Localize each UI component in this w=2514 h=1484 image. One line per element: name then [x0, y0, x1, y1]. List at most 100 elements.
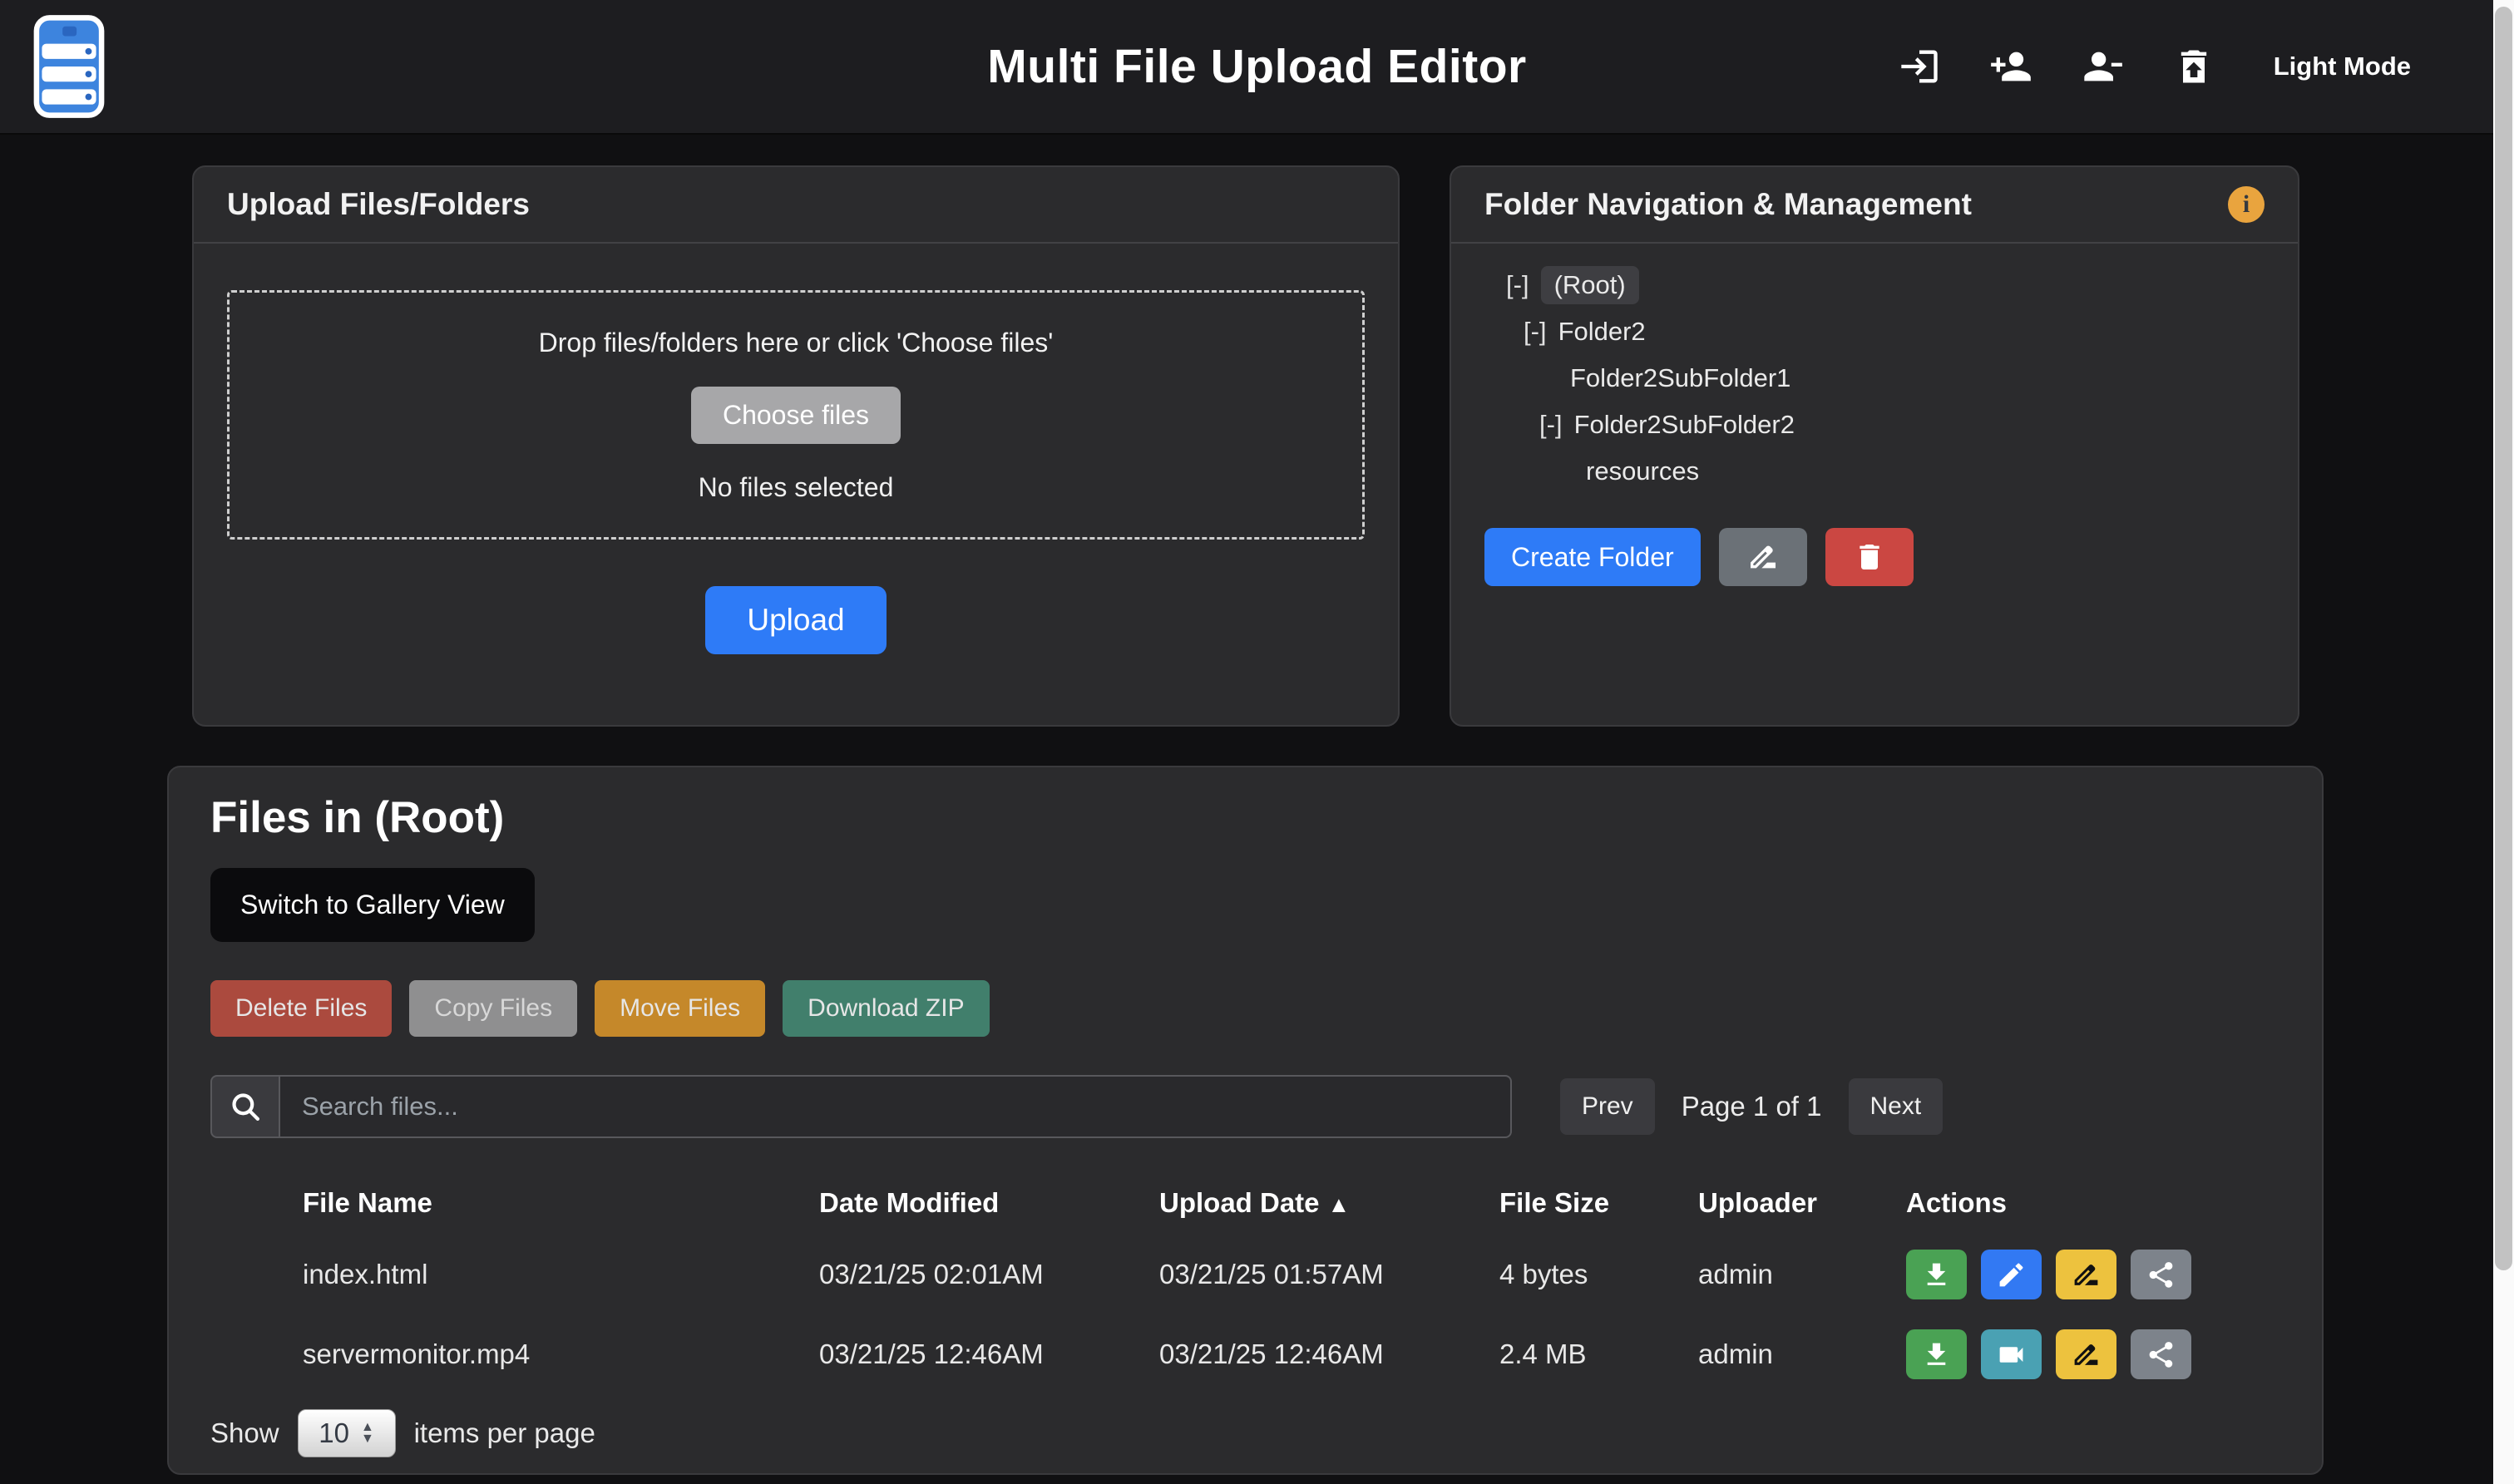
- page-indicator: Page 1 of 1: [1682, 1091, 1822, 1122]
- share-icon: [2146, 1339, 2176, 1370]
- tree-node-label[interactable]: resources: [1586, 456, 1699, 486]
- upload-panel-header: Upload Files/Folders: [194, 167, 1398, 244]
- rename-file-button[interactable]: [2056, 1329, 2116, 1379]
- show-label: Show: [210, 1417, 279, 1449]
- light-mode-toggle-button[interactable]: Light Mode: [2269, 51, 2416, 82]
- files-panel-title: Files in (Root): [210, 792, 2322, 843]
- remove-user-icon[interactable]: [2081, 45, 2124, 88]
- search-input[interactable]: [280, 1075, 1512, 1138]
- bulk-actions-toolbar: Delete Files Copy Files Move Files Downl…: [210, 980, 2322, 1037]
- download-file-button[interactable]: [1906, 1250, 1967, 1299]
- column-header-date-modified[interactable]: Date Modified: [819, 1187, 1159, 1219]
- per-page-select[interactable]: 10 ▲▼: [298, 1409, 396, 1457]
- file-size-cell: 4 bytes: [1499, 1259, 1698, 1290]
- copy-files-button[interactable]: Copy Files: [409, 980, 577, 1037]
- tree-node-label[interactable]: Folder2SubFolder2: [1574, 410, 1795, 440]
- switch-gallery-view-button[interactable]: Switch to Gallery View: [210, 868, 535, 942]
- tree-toggle-icon[interactable]: [-]: [1524, 317, 1547, 347]
- spinner-arrows-icon[interactable]: ▲▼: [361, 1422, 374, 1445]
- tree-node-label-selected[interactable]: (Root): [1541, 266, 1639, 304]
- pencil-underline-icon: [1746, 540, 1780, 574]
- uploader-cell: admin: [1698, 1259, 1906, 1290]
- date-modified-cell: 03/21/25 02:01AM: [819, 1259, 1159, 1290]
- row-actions: [1906, 1329, 2284, 1379]
- pagination: Prev Page 1 of 1 Next: [1560, 1078, 1943, 1135]
- tree-node-folder2[interactable]: [-] Folder2: [1524, 308, 2265, 355]
- table-row-index-html[interactable]: index.html 03/21/25 02:01AM 03/21/25 01:…: [210, 1235, 2284, 1314]
- sort-ascending-icon: ▲: [1328, 1192, 1351, 1217]
- logout-icon[interactable]: [1898, 45, 1941, 88]
- row-actions: [1906, 1250, 2284, 1299]
- items-per-page-control: Show 10 ▲▼ items per page: [210, 1409, 2322, 1457]
- upload-panel-body: Drop files/folders here or click 'Choose…: [194, 244, 1398, 654]
- tree-node-resources[interactable]: resources: [1586, 448, 2265, 495]
- upload-date-cell: 03/21/25 01:57AM: [1159, 1259, 1499, 1290]
- dropzone-instructions: Drop files/folders here or click 'Choose…: [539, 328, 1054, 358]
- page-scrollbar-track[interactable]: [2493, 0, 2514, 1484]
- share-file-button[interactable]: [2131, 1250, 2191, 1299]
- search-icon[interactable]: [210, 1075, 280, 1138]
- files-table-header-row: File Name Date Modified Upload Date▲ Fil…: [210, 1171, 2284, 1235]
- share-icon: [2146, 1260, 2176, 1290]
- upload-button[interactable]: Upload: [705, 586, 886, 654]
- column-header-uploader[interactable]: Uploader: [1698, 1187, 1906, 1219]
- download-zip-button[interactable]: Download ZIP: [783, 980, 989, 1037]
- column-header-file-name[interactable]: File Name: [303, 1187, 819, 1219]
- search-and-pagination-row: Prev Page 1 of 1 Next: [210, 1075, 2280, 1138]
- tree-toggle-icon[interactable]: [-]: [1506, 270, 1529, 300]
- column-header-actions: Actions: [1906, 1187, 2284, 1219]
- add-user-icon[interactable]: [1989, 45, 2032, 88]
- pencil-underline-icon: [2071, 1339, 2102, 1370]
- file-size-cell: 2.4 MB: [1499, 1339, 1698, 1370]
- share-file-button[interactable]: [2131, 1329, 2191, 1379]
- tree-node-root[interactable]: [-] (Root): [1506, 262, 2265, 308]
- folder-tree: [-] (Root) [-] Folder2 Folder2SubFolder1…: [1451, 244, 2298, 495]
- tree-node-label[interactable]: Folder2: [1558, 317, 1646, 347]
- files-panel: Files in (Root) Switch to Gallery View D…: [167, 766, 2324, 1475]
- delete-folder-button[interactable]: [1825, 528, 1914, 586]
- upload-panel-title: Upload Files/Folders: [227, 187, 530, 222]
- multi-file-upload-editor-app: { "header": { "title": "Multi File Uploa…: [0, 0, 2514, 1484]
- table-row-servermonitor-mp4[interactable]: servermonitor.mp4 03/21/25 12:46AM 03/21…: [210, 1314, 2284, 1394]
- choose-files-button[interactable]: Choose files: [691, 387, 901, 444]
- delete-files-button[interactable]: Delete Files: [210, 980, 392, 1037]
- download-icon: [1921, 1260, 1952, 1290]
- folder-actions: Create Folder: [1451, 495, 2298, 586]
- per-page-value: 10: [319, 1417, 349, 1449]
- file-name-cell: index.html: [303, 1259, 819, 1290]
- create-folder-button[interactable]: Create Folder: [1484, 528, 1701, 586]
- rename-file-button[interactable]: [2056, 1250, 2116, 1299]
- video-preview-button[interactable]: [1981, 1329, 2042, 1379]
- info-icon[interactable]: i: [2228, 186, 2265, 223]
- trash-icon: [1853, 540, 1886, 574]
- download-file-button[interactable]: [1906, 1329, 1967, 1379]
- pencil-icon: [1996, 1260, 2027, 1290]
- video-camera-icon: [1996, 1339, 2027, 1370]
- next-page-button[interactable]: Next: [1849, 1078, 1944, 1135]
- folder-panel-title: Folder Navigation & Management: [1484, 187, 1972, 222]
- page-scrollbar-thumb[interactable]: [2495, 7, 2512, 1270]
- app-logo-server-icon: [33, 14, 105, 119]
- prev-page-button[interactable]: Prev: [1560, 1078, 1655, 1135]
- no-files-selected-text: No files selected: [699, 472, 894, 503]
- tree-node-label[interactable]: Folder2SubFolder1: [1570, 363, 1790, 393]
- app-header: Multi File Upload Editor Light Mode: [0, 0, 2514, 135]
- items-per-page-label: items per page: [414, 1417, 595, 1449]
- page-title: Multi File Upload Editor: [987, 39, 1526, 94]
- column-header-file-size[interactable]: File Size: [1499, 1187, 1698, 1219]
- folder-panel-header: Folder Navigation & Management i: [1451, 167, 2298, 244]
- files-table: File Name Date Modified Upload Date▲ Fil…: [210, 1171, 2284, 1394]
- header-actions: Light Mode: [1898, 45, 2416, 88]
- move-files-button[interactable]: Move Files: [595, 980, 765, 1037]
- download-icon: [1921, 1339, 1952, 1370]
- uploader-cell: admin: [1698, 1339, 1906, 1370]
- tree-node-folder2subfolder1[interactable]: Folder2SubFolder1: [1570, 355, 2265, 402]
- edit-file-button[interactable]: [1981, 1250, 2042, 1299]
- rename-folder-button[interactable]: [1719, 528, 1807, 586]
- trash-restore-icon[interactable]: [2172, 45, 2215, 88]
- file-name-cell: servermonitor.mp4: [303, 1339, 819, 1370]
- tree-toggle-icon[interactable]: [-]: [1539, 410, 1563, 440]
- tree-node-folder2subfolder2[interactable]: [-] Folder2SubFolder2: [1539, 402, 2265, 448]
- file-dropzone[interactable]: Drop files/folders here or click 'Choose…: [227, 290, 1365, 540]
- column-header-upload-date[interactable]: Upload Date▲: [1159, 1187, 1499, 1219]
